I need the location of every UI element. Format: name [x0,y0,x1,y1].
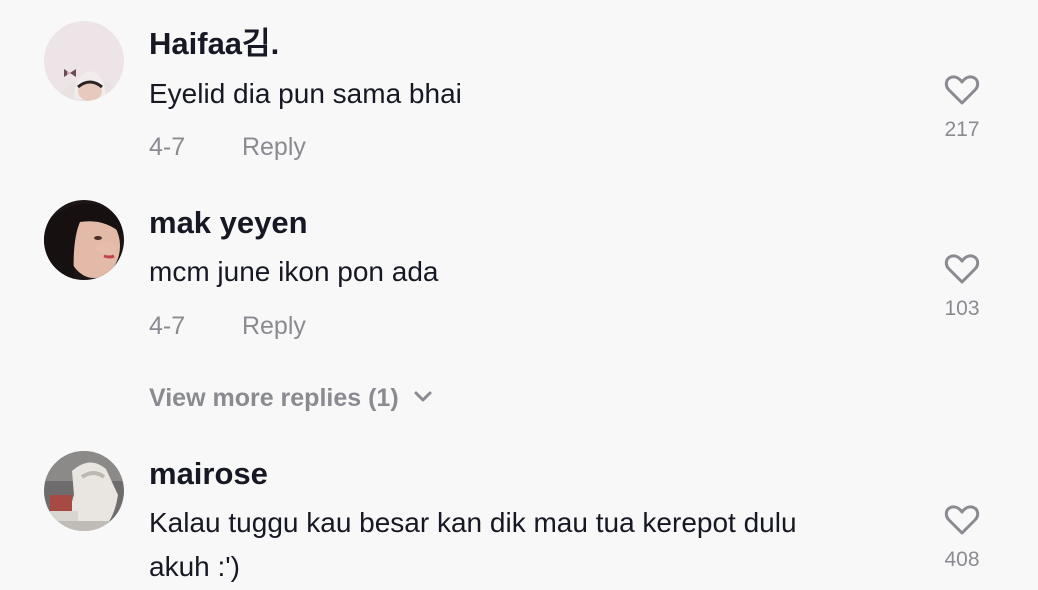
avatar[interactable] [44,451,124,531]
avatar[interactable] [44,200,124,280]
comments-list: Haifaa김. Eyelid dia pun sama bhai 4-7 Re… [0,0,1038,590]
comment-meta: 4-7 Reply [149,132,306,162]
like-count: 103 [944,297,980,320]
like-control: 408 [936,504,988,572]
comment-meta: 4-7 Reply [149,311,306,341]
comment-text-line: akuh :') [149,551,240,582]
comment-text: Eyelid dia pun sama bhai [149,78,462,109]
comment-username[interactable]: Haifaa김. [149,26,279,62]
heart-outline-icon[interactable] [944,504,980,536]
reply-button[interactable]: Reply [242,311,306,341]
comment-date: 4-7 [149,312,186,340]
comment-username[interactable]: mak yeyen [149,205,308,241]
view-more-replies-button[interactable]: View more replies (1) [149,382,433,414]
chevron-down-icon [414,391,432,402]
comment-text: mcm june ikon pon ada [149,256,439,287]
like-count: 408 [944,548,980,571]
avatar[interactable] [44,21,124,101]
like-count: 217 [944,118,980,141]
like-control: 217 [936,74,988,142]
heart-outline-icon[interactable] [944,74,980,106]
like-control: 103 [936,253,988,321]
reply-button[interactable]: Reply [242,132,306,162]
heart-outline-icon[interactable] [944,253,980,285]
view-more-replies-label: View more replies (1) [149,384,399,412]
comment-date: 4-7 [149,133,186,161]
comment-username[interactable]: mairose [149,456,268,492]
comment-text-line: Kalau tuggu kau besar kan dik mau tua ke… [149,507,797,538]
